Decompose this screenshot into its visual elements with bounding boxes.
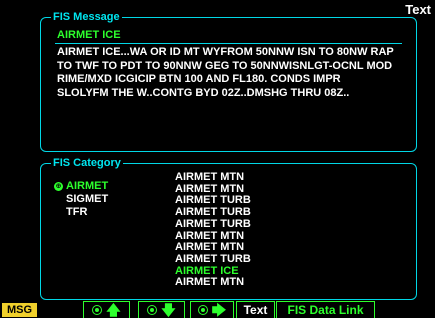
right-arrow-icon: 🡆 [211,302,227,318]
knob-icon [92,305,103,315]
fis-category-panel: FIS Category ⊕ AIRMET SIGMET TFR AIRMET … [40,155,417,300]
message-header: AIRMET ICE [57,29,121,41]
fis-category-title: FIS Category [51,155,123,171]
fis-message-panel: FIS Message AIRMET ICE AIRMET ICE...WA O… [40,9,417,152]
msg-annunciator[interactable]: MSG [2,303,37,317]
fis-data-link-softkey[interactable]: FIS Data Link [276,301,375,318]
mfd-screen: Text FIS Message AIRMET ICE AIRMET ICE..… [0,0,435,318]
category-label: AIRMET [66,180,109,192]
next-field-softkey[interactable]: 🡆 [190,301,234,318]
message-divider [55,43,402,44]
category-item-tfr[interactable]: TFR [54,206,108,219]
fis-message-title: FIS Message [51,9,122,25]
category-item-sigmet[interactable]: SIGMET [54,193,108,206]
advisory-item[interactable]: AIRMET TURB [175,253,251,266]
category-label: TFR [66,206,88,218]
category-list: ⊕ AIRMET SIGMET TFR [54,180,108,219]
knob-icon [197,305,208,315]
text-softkey[interactable]: Text [236,301,275,318]
category-item-airmet[interactable]: ⊕ AIRMET [54,180,108,193]
knob-icon [147,305,158,315]
page-title: Text [405,2,431,17]
advisory-list: AIRMET MTN AIRMET MTN AIRMET TURB AIRMET… [175,171,251,289]
advisory-item[interactable]: AIRMET MTN [175,277,251,289]
knob-selector-icon: ⊕ [54,182,63,191]
advisory-item[interactable]: AIRMET MTN [175,171,251,184]
scroll-down-softkey[interactable]: 🡇 [138,301,185,318]
up-arrow-icon: 🡅 [106,302,121,318]
down-arrow-icon: 🡇 [161,302,176,318]
advisory-item[interactable]: AIRMET TURB [175,218,251,231]
message-body: AIRMET ICE...WA OR ID MT WYFROM 50NNW IS… [57,46,394,99]
scroll-up-softkey[interactable]: 🡅 [83,301,130,318]
category-label: SIGMET [66,193,109,205]
